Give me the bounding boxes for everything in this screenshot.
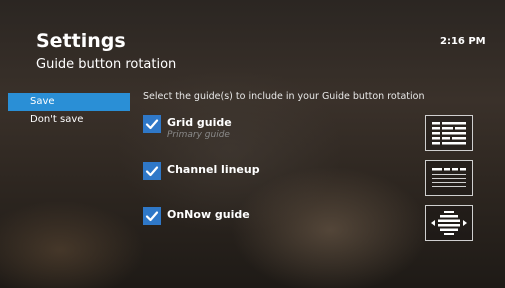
- clock: 2:16 PM: [440, 36, 486, 47]
- onnow-guide-icon: [425, 205, 473, 241]
- channel-lineup-label: Channel lineup: [167, 163, 260, 176]
- settings-screen: Settings Guide button rotation 2:16 PM S…: [0, 0, 505, 288]
- action-menu: Save Don't save: [8, 93, 130, 129]
- onnow-guide-label: OnNow guide: [167, 208, 250, 221]
- page-subtitle: Guide button rotation: [36, 57, 177, 72]
- onnow-guide-checkbox[interactable]: [143, 207, 161, 225]
- channel-lineup-checkbox[interactable]: [143, 162, 161, 180]
- checkmark-icon: [145, 119, 159, 130]
- grid-guide-sublabel: Primary guide: [167, 130, 230, 140]
- checkmark-icon: [145, 166, 159, 177]
- channel-lineup-icon: [425, 160, 473, 196]
- grid-guide-checkbox[interactable]: [143, 115, 161, 133]
- instructions-text: Select the guide(s) to include in your G…: [143, 91, 425, 102]
- checkmark-icon: [145, 211, 159, 222]
- page-title: Settings: [36, 30, 126, 52]
- grid-guide-icon: [425, 115, 473, 151]
- dont-save-button[interactable]: Don't save: [8, 111, 130, 129]
- grid-guide-label: Grid guide: [167, 116, 232, 129]
- save-button[interactable]: Save: [8, 93, 130, 111]
